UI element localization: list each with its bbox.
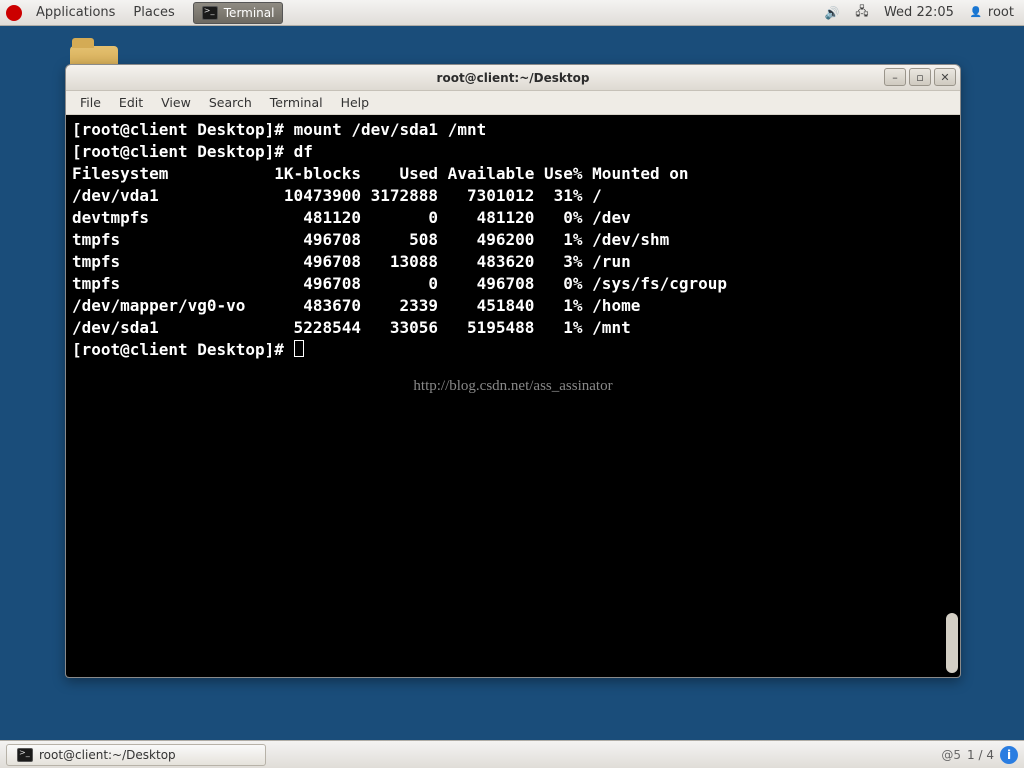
maximize-button[interactable]: ▫ — [909, 68, 931, 86]
terminal-scrollbar[interactable] — [946, 119, 958, 673]
top-panel: Applications Places Terminal Wed 22:05 r… — [0, 0, 1024, 26]
panel-left: Applications Places Terminal — [0, 2, 283, 24]
scrollbar-thumb[interactable] — [946, 613, 958, 673]
menu-search[interactable]: Search — [201, 93, 260, 112]
user-label: root — [988, 5, 1014, 20]
watermark-prefix: @5 — [941, 748, 961, 762]
menu-file[interactable]: File — [72, 93, 109, 112]
bottom-task-label: root@client:~/Desktop — [39, 748, 176, 762]
window-controls: – ▫ ✕ — [884, 68, 956, 86]
volume-icon[interactable] — [824, 5, 840, 21]
menu-terminal[interactable]: Terminal — [262, 93, 331, 112]
close-button[interactable]: ✕ — [934, 68, 956, 86]
user-icon — [968, 5, 984, 21]
places-menu[interactable]: Places — [125, 2, 182, 23]
menu-help[interactable]: Help — [333, 93, 378, 112]
user-menu[interactable]: root — [968, 5, 1014, 21]
bottom-task-button[interactable]: root@client:~/Desktop — [6, 744, 266, 766]
menu-edit[interactable]: Edit — [111, 93, 151, 112]
clock[interactable]: Wed 22:05 — [884, 5, 954, 20]
window-title: root@client:~/Desktop — [66, 71, 960, 85]
applications-menu[interactable]: Applications — [28, 2, 123, 23]
terminal-window: root@client:~/Desktop – ▫ ✕ File Edit Vi… — [65, 64, 961, 678]
taskbar-terminal-button[interactable]: Terminal — [193, 2, 284, 24]
info-icon[interactable]: i — [1000, 746, 1018, 764]
redhat-logo-icon — [6, 5, 22, 21]
terminal-output: [root@client Desktop]# mount /dev/sda1 /… — [72, 119, 954, 361]
bottom-right: @5 1 / 4 i — [941, 746, 1018, 764]
menu-view[interactable]: View — [153, 93, 199, 112]
bottom-panel: root@client:~/Desktop @5 1 / 4 i — [0, 740, 1024, 768]
minimize-button[interactable]: – — [884, 68, 906, 86]
watermark-text: http://blog.csdn.net/ass_assinator — [66, 375, 960, 397]
workspace-pager[interactable]: 1 / 4 — [967, 748, 994, 762]
titlebar[interactable]: root@client:~/Desktop – ▫ ✕ — [66, 65, 960, 91]
terminal-menubar: File Edit View Search Terminal Help — [66, 91, 960, 115]
taskbar-terminal-label: Terminal — [224, 6, 275, 20]
cursor-icon — [294, 340, 304, 357]
panel-right: Wed 22:05 root — [824, 5, 1024, 21]
terminal-icon — [202, 6, 218, 20]
network-icon[interactable] — [854, 5, 870, 21]
terminal-body[interactable]: [root@client Desktop]# mount /dev/sda1 /… — [66, 115, 960, 677]
terminal-icon — [17, 748, 33, 762]
